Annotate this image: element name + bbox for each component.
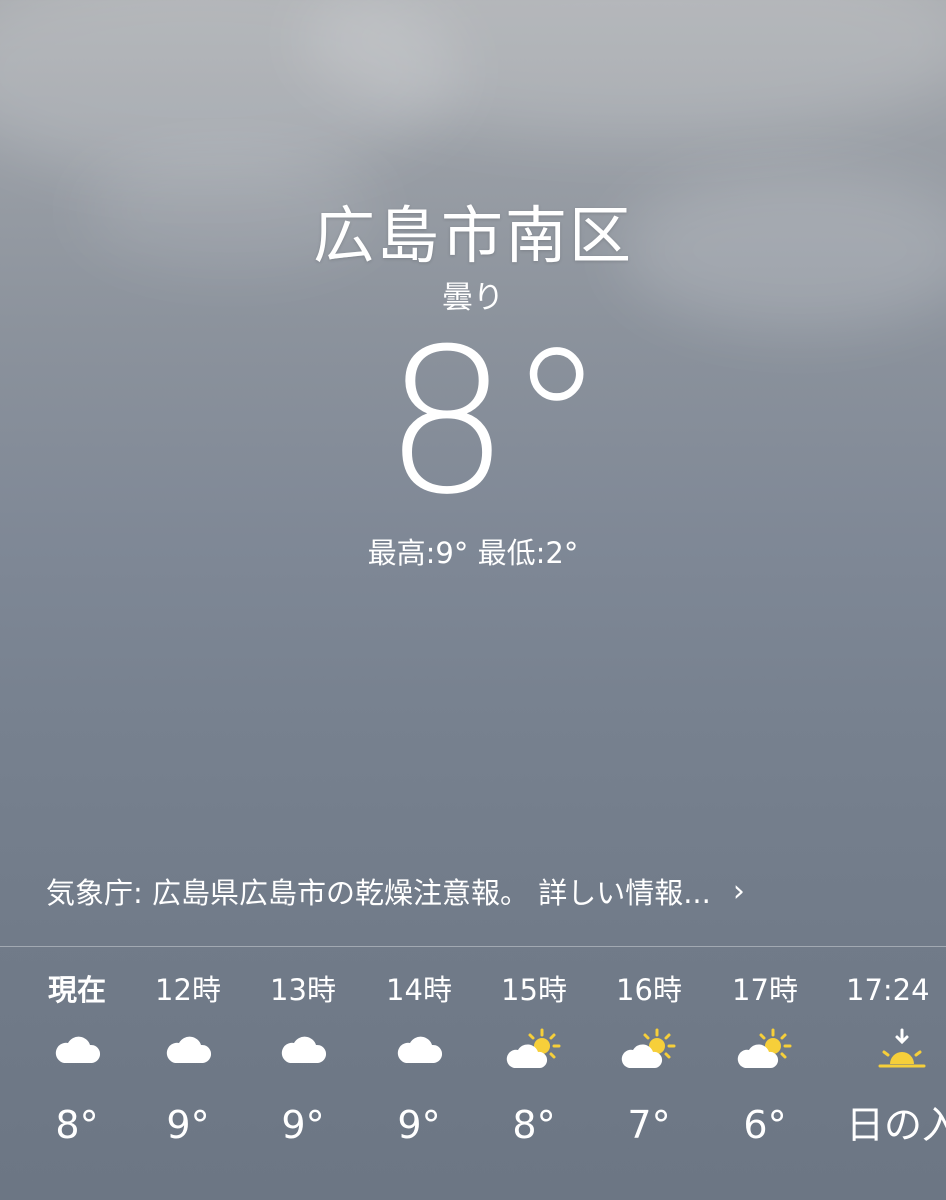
hour-label: 14時 — [386, 973, 452, 1007]
hour-temperature: 9° — [397, 1103, 441, 1147]
hour-label: 17時 — [732, 973, 798, 1007]
hour-label: 16時 — [616, 973, 682, 1007]
alert-text: 気象庁: 広島県広島市の乾燥注意報。 詳しい情報... — [46, 876, 711, 910]
hour-temperature: 日の入 — [846, 1103, 946, 1147]
hour-label: 17:24 — [846, 973, 930, 1007]
hourly-item: 12時 9° — [138, 960, 238, 1170]
current-temperature: 8° — [383, 306, 606, 539]
hour-temperature: 8° — [55, 1103, 99, 1147]
hourly-item: 15時 8° — [484, 960, 584, 1170]
city-name: 広島市南区 — [312, 199, 633, 272]
hourly-item: 16時 7° — [599, 960, 699, 1170]
hour-label: 13時 — [270, 973, 336, 1007]
weather-alert[interactable]: 気象庁: 広島県広島市の乾燥注意報。 詳しい情報... › — [46, 870, 916, 912]
cloud-icon — [27, 1020, 127, 1080]
cloud-icon — [138, 1020, 238, 1080]
divider — [0, 946, 946, 947]
hour-label: 12時 — [155, 973, 221, 1007]
hour-temperature: 9° — [281, 1103, 325, 1147]
hourly-item: 17時 6° — [715, 960, 815, 1170]
hourly-item: 現在 8° — [27, 960, 127, 1170]
cloud-icon — [369, 1020, 469, 1080]
hourly-item: 13時 9° — [253, 960, 353, 1170]
hourly-item: 14時 9° — [369, 960, 469, 1170]
high-low-temperature: 最高:9° 最低:2° — [367, 536, 579, 570]
hour-temperature: 7° — [627, 1103, 671, 1147]
hour-temperature: 6° — [743, 1103, 787, 1147]
cloud-icon — [253, 1020, 353, 1080]
hour-temperature: 8° — [512, 1103, 556, 1147]
partly-sunny-icon — [484, 1020, 584, 1080]
sunset-icon — [846, 1020, 946, 1080]
hour-label: 現在 — [47, 973, 106, 1007]
hour-temperature: 9° — [166, 1103, 210, 1147]
hourly-forecast[interactable]: 現在 8° 12時 9° 13時 9° 14時 9° 15時 8° 16時 7°… — [0, 960, 946, 1200]
hourly-item: 17:24 日の入 — [846, 960, 946, 1170]
hour-label: 15時 — [501, 973, 567, 1007]
partly-sunny-icon — [599, 1020, 699, 1080]
partly-sunny-icon — [715, 1020, 815, 1080]
chevron-right-icon: › — [732, 873, 745, 909]
